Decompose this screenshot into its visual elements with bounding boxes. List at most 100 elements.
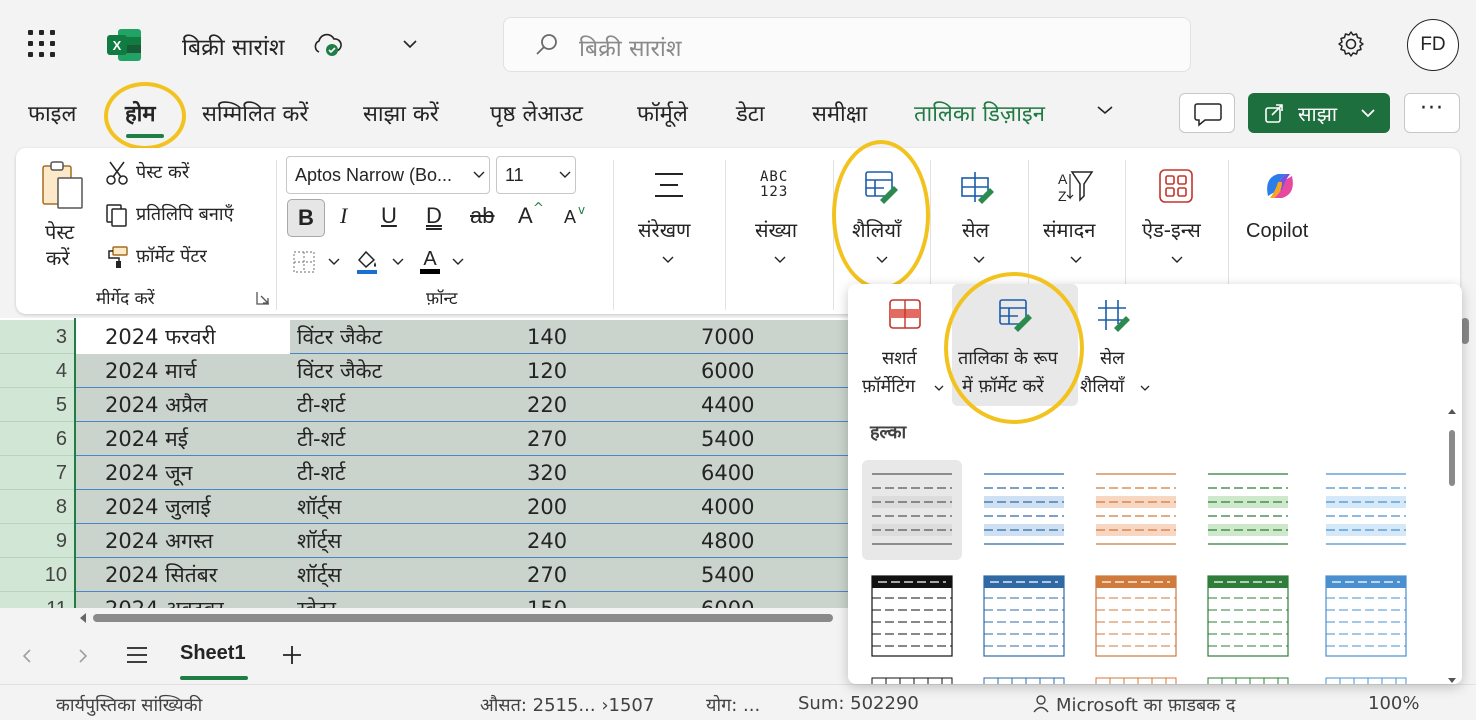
bold-button[interactable]: B	[287, 199, 325, 237]
grow-font-button[interactable]: A	[518, 203, 533, 229]
cell-amount[interactable]: 6000	[701, 354, 819, 388]
all-sheets-menu-icon[interactable]	[126, 646, 148, 664]
copilot-button[interactable]: Copilot	[1246, 220, 1308, 243]
cell-month[interactable]: 2024 अक्टूबर	[105, 592, 224, 608]
cell-month[interactable]: 2024 जून	[105, 456, 192, 490]
add-sheet-icon[interactable]	[281, 644, 303, 666]
table-row[interactable]: 2024 फरवरी विंटर जैकेट 140 7000	[75, 320, 850, 354]
double-underline-button[interactable]: D	[426, 203, 442, 229]
alignment-button[interactable]: संरेखण	[638, 216, 691, 243]
table-row[interactable]: 2024 सितंबर शॉर्ट्स 270 5400	[75, 558, 850, 592]
cell-styles-label[interactable]: सेल	[1100, 346, 1124, 370]
copilot-icon[interactable]	[1260, 166, 1300, 206]
cell-amount[interactable]: 4400	[701, 388, 819, 422]
cell-qty[interactable]: 240	[527, 524, 599, 558]
tab-file[interactable]: फाइल	[28, 98, 76, 128]
cell-qty[interactable]: 150	[527, 592, 599, 608]
row-header[interactable]: 3	[0, 320, 75, 354]
tab-page-layout[interactable]: पृष्ठ लेआउट	[490, 98, 583, 128]
tab-table-design[interactable]: तालिका डिज़ाइन	[914, 98, 1045, 128]
table-style-grid[interactable]	[1086, 674, 1186, 684]
editing-icon[interactable]: AZ	[1056, 168, 1094, 204]
strikethrough-button[interactable]: ab	[470, 203, 494, 229]
cell-product[interactable]: टी-शर्ट	[297, 456, 345, 490]
conditional-formatting-label-2[interactable]: फ़ॉर्मेटिंग	[862, 374, 915, 398]
share-button[interactable]: साझा	[1248, 93, 1390, 133]
table-style-grid[interactable]	[1316, 674, 1416, 684]
table-style-light[interactable]	[974, 460, 1074, 560]
cell-product[interactable]: स्वेटर	[297, 592, 336, 608]
cut-button[interactable]: पेस्ट करें	[136, 160, 189, 184]
tab-share[interactable]: साझा करें	[363, 98, 439, 128]
settings-gear-icon[interactable]	[1336, 29, 1366, 59]
cell-month[interactable]: 2024 अगस्त	[105, 524, 213, 558]
fill-color-icon[interactable]	[354, 248, 380, 276]
add-ins-icon[interactable]	[1158, 168, 1194, 204]
feedback-link[interactable]: Microsoft का फ़ाडबक द	[1056, 693, 1235, 717]
paste-label-2[interactable]: करें	[46, 244, 70, 271]
font-color-icon[interactable]: A	[418, 246, 444, 276]
chevron-down-icon[interactable]	[452, 258, 464, 266]
chevron-down-icon[interactable]	[1070, 256, 1082, 264]
table-style-light[interactable]	[862, 460, 962, 560]
app-launcher-icon[interactable]	[28, 30, 56, 58]
row-header[interactable]: 7	[0, 456, 75, 490]
alignment-icon[interactable]	[652, 170, 686, 200]
table-row[interactable]: 2024 अप्रैल टी-शर्ट 220 4400	[75, 388, 850, 422]
table-style-light[interactable]	[1198, 460, 1298, 560]
cell-amount[interactable]: 6000	[701, 592, 819, 608]
tab-data[interactable]: डेटा	[736, 98, 765, 128]
cell-month[interactable]: 2024 मई	[105, 422, 188, 456]
chevron-down-icon[interactable]	[774, 256, 786, 264]
row-header[interactable]: 5	[0, 388, 75, 422]
table-style-medium[interactable]	[1316, 572, 1416, 662]
cell-product[interactable]: शॉर्ट्स	[297, 524, 342, 558]
chevron-down-icon[interactable]	[662, 256, 674, 264]
cell-amount[interactable]: 5400	[701, 558, 819, 592]
cell-month[interactable]: 2024 अप्रैल	[105, 388, 207, 422]
previous-sheet-icon[interactable]	[22, 648, 32, 664]
more-tabs-chevron-icon[interactable]	[1096, 104, 1114, 116]
table-row[interactable]: 2024 अक्टूबर स्वेटर 150 6000	[75, 592, 850, 608]
table-style-light[interactable]	[1086, 460, 1186, 560]
cell-product[interactable]: शॉर्ट्स	[297, 558, 342, 592]
tab-insert[interactable]: सम्मिलित करें	[202, 98, 308, 128]
horizontal-scrollbar[interactable]	[75, 608, 850, 628]
font-size-select[interactable]: 11	[496, 156, 576, 194]
cell-qty[interactable]: 270	[527, 422, 599, 456]
zoom-level[interactable]: 100%	[1368, 693, 1419, 714]
table-style-medium[interactable]	[974, 572, 1074, 662]
number-format-icon[interactable]: ABC 123	[760, 170, 788, 200]
paste-icon[interactable]	[40, 160, 86, 212]
row-header[interactable]: 6	[0, 422, 75, 456]
cell-qty[interactable]: 220	[527, 388, 599, 422]
scroll-left-icon[interactable]	[79, 612, 87, 624]
cell-qty[interactable]: 140	[527, 320, 599, 354]
row-header[interactable]: 8	[0, 490, 75, 524]
cell-product[interactable]: टी-शर्ट	[297, 422, 345, 456]
copy-button[interactable]: प्रतिलिपि बनाएँ	[136, 202, 234, 226]
row-header[interactable]: 11	[0, 592, 75, 608]
chevron-down-icon[interactable]	[328, 258, 340, 266]
underline-button[interactable]: U	[381, 203, 397, 229]
cell-product[interactable]: विंटर जैकेट	[297, 354, 382, 388]
cells-icon[interactable]	[960, 170, 996, 204]
table-row[interactable]: 2024 मई टी-शर्ट 270 5400	[75, 422, 850, 456]
table-row[interactable]: 2024 जून टी-शर्ट 320 6400	[75, 456, 850, 490]
row-header[interactable]: 10	[0, 558, 75, 592]
cell-month[interactable]: 2024 मार्च	[105, 354, 196, 388]
italic-button[interactable]: I	[340, 203, 347, 229]
editing-button[interactable]: संमादन	[1043, 216, 1095, 243]
table-style-medium[interactable]	[1086, 572, 1186, 662]
next-sheet-icon[interactable]	[78, 648, 88, 664]
table-row[interactable]: 2024 जुलाई शॉर्ट्स 200 4000	[75, 490, 850, 524]
cell-qty[interactable]: 200	[527, 490, 599, 524]
cell-product[interactable]: शॉर्ट्स	[297, 490, 342, 524]
cell-month[interactable]: 2024 सितंबर	[105, 558, 217, 592]
cell-product[interactable]: टी-शर्ट	[297, 388, 345, 422]
chevron-down-icon[interactable]	[973, 256, 985, 264]
cell-styles-label-2[interactable]: शैलियाँ	[1080, 374, 1124, 398]
chevron-down-icon[interactable]	[402, 38, 418, 50]
table-style-grid[interactable]	[1198, 674, 1298, 684]
cell-amount[interactable]: 4000	[701, 490, 819, 524]
